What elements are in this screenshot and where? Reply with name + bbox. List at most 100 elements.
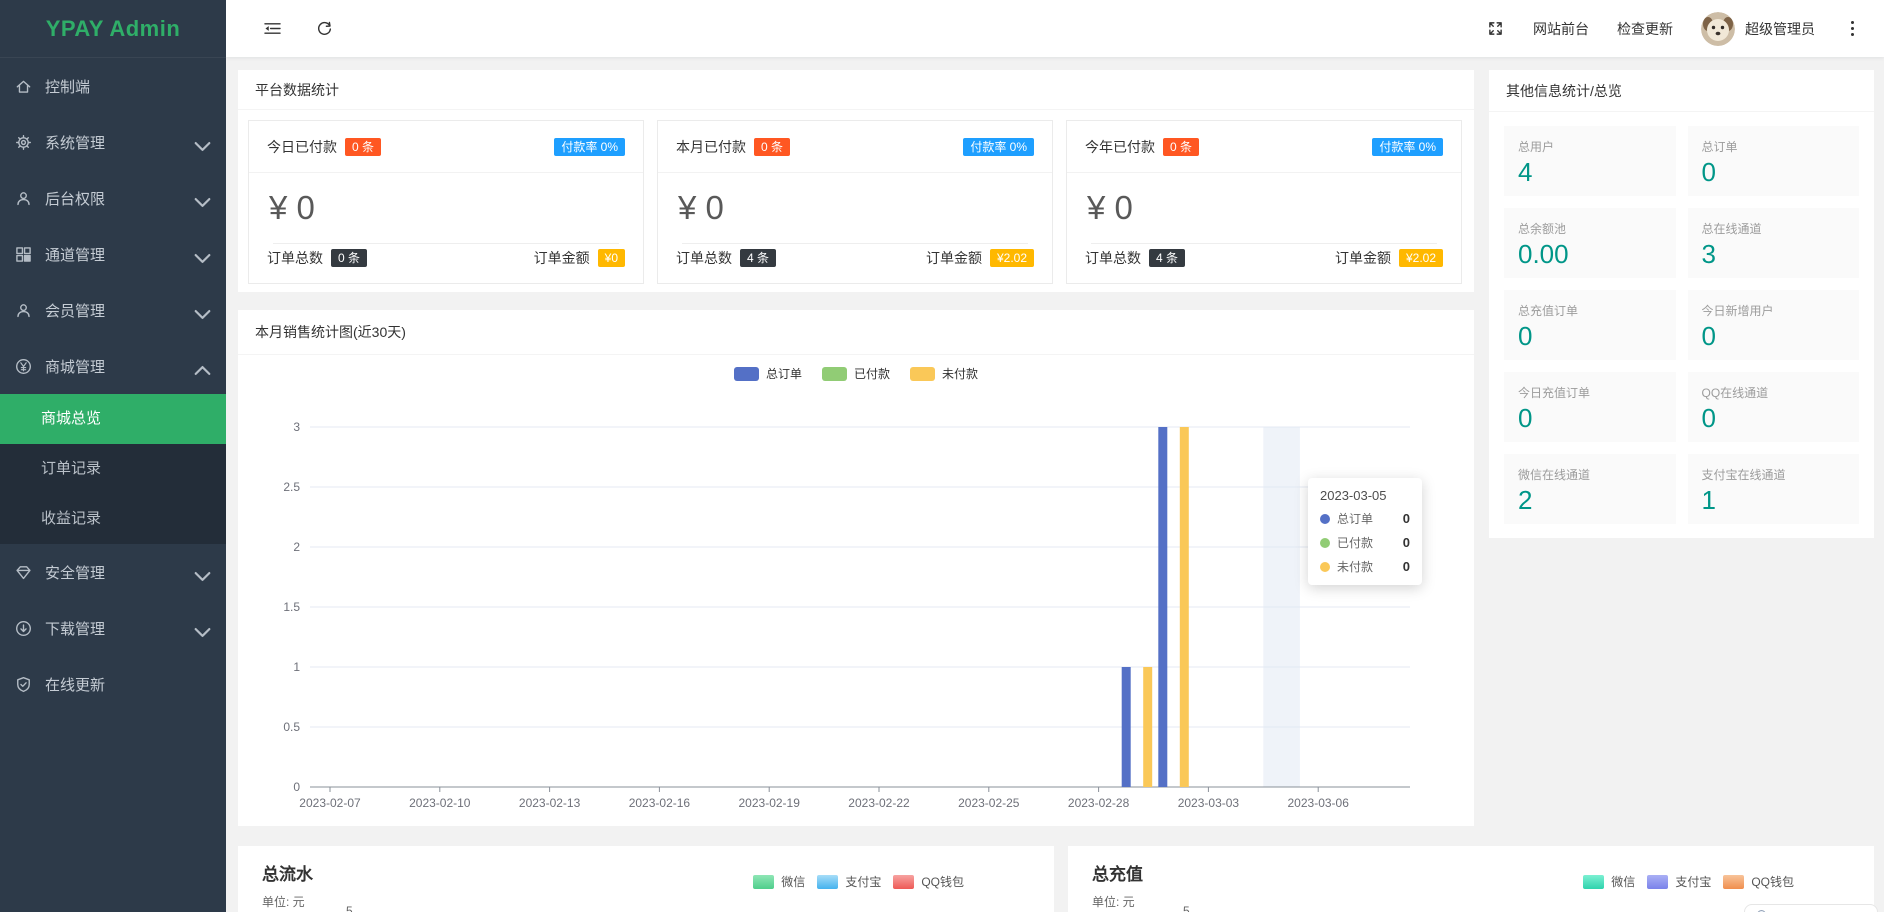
stat-tile-total-users: 总用户4 — [1504, 126, 1676, 196]
svg-text:2.5: 2.5 — [283, 480, 300, 494]
legend-item[interactable]: 未付款 — [910, 365, 978, 382]
more-menu-icon[interactable] — [1843, 17, 1862, 40]
tile-value: 3 — [1702, 239, 1860, 270]
tile-label: 支付宝在线通道 — [1702, 466, 1860, 483]
tile-value: 4 — [1518, 157, 1676, 188]
sidebar-item-label: 下载管理 — [45, 618, 105, 639]
sidebar-item-members[interactable]: 会员管理 — [0, 282, 226, 338]
tile-value: 0 — [1518, 403, 1676, 434]
total-flow-card: 总流水 单位: 元 微信 支付宝 QQ钱包 5 — [238, 846, 1054, 912]
platform-stats-panel: 平台数据统计 今日已付款 0 条 付款率 0% ¥ 0 订单总数 0 条 订单金… — [238, 70, 1474, 292]
shield-check-icon — [15, 676, 32, 693]
sidebar-subitem-shop-overview[interactable]: 商城总览 — [0, 394, 226, 444]
yuan-icon — [15, 358, 32, 375]
legend-swatch — [893, 875, 914, 889]
amount-badge: ¥2.02 — [1399, 249, 1443, 267]
tooltip-series-name: 未付款 — [1337, 558, 1373, 575]
svg-text:2023-02-22: 2023-02-22 — [848, 796, 910, 810]
legend-item-alipay[interactable]: 支付宝 — [1647, 873, 1711, 890]
stat-card-month: 本月已付款 0 条 付款率 0% ¥ 0 订单总数 4 条 订单金额 ¥2.02 — [657, 120, 1053, 284]
refresh-icon[interactable] — [314, 19, 334, 39]
legend-label: 总订单 — [766, 365, 802, 382]
frontend-link[interactable]: 网站前台 — [1533, 19, 1589, 39]
amount-badge: ¥2.02 — [990, 249, 1034, 267]
tile-label: 今日新增用户 — [1702, 302, 1860, 319]
sidebar-subitem-income-records[interactable]: 收益记录 — [0, 494, 226, 544]
chevron-down-icon — [194, 138, 204, 145]
legend-item-qq-wallet[interactable]: QQ钱包 — [893, 873, 964, 890]
legend-item-qq-wallet[interactable]: QQ钱包 — [1723, 873, 1794, 890]
home-icon — [15, 78, 32, 95]
orders-badge: 4 条 — [740, 249, 776, 267]
sales-chart-svg[interactable]: 00.511.522.532023-02-072023-02-102023-02… — [238, 310, 1474, 826]
sidebar-item-admin-auth[interactable]: 后台权限 — [0, 170, 226, 226]
card-title: 今日已付款 — [267, 137, 337, 157]
user-menu[interactable]: 超级管理员 — [1701, 12, 1815, 46]
collapse-menu-icon[interactable] — [262, 19, 282, 39]
tooltip-row: 总订单0 — [1320, 510, 1410, 527]
sidebar-item-label: 会员管理 — [45, 300, 105, 321]
sidebar-item-label: 安全管理 — [45, 562, 105, 583]
avatar — [1701, 12, 1735, 46]
rate-badge: 付款率 0% — [1372, 138, 1443, 156]
svg-text:0.5: 0.5 — [283, 720, 300, 734]
svg-text:2023-02-07: 2023-02-07 — [299, 796, 361, 810]
chevron-down-icon — [194, 194, 204, 201]
amount-badge: ¥0 — [598, 249, 625, 267]
tile-value: 0 — [1702, 157, 1860, 188]
check-update-link[interactable]: 检查更新 — [1617, 19, 1673, 39]
svg-text:2023-02-13: 2023-02-13 — [519, 796, 581, 810]
svg-text:1.5: 1.5 — [283, 600, 300, 614]
legend-item[interactable]: 总订单 — [734, 365, 802, 382]
sidebar-item-shop[interactable]: 商城管理 — [0, 338, 226, 394]
stat-card-year: 今年已付款 0 条 付款率 0% ¥ 0 订单总数 4 条 订单金额 ¥2.02 — [1066, 120, 1462, 284]
tile-label: 总订单 — [1702, 138, 1860, 155]
tile-label: QQ在线通道 — [1702, 384, 1860, 401]
legend-label: 已付款 — [854, 365, 890, 382]
sidebar-nav: 控制端 系统管理 后台权限 通道管理 会员管理 — [0, 58, 226, 712]
sidebar-item-label: 后台权限 — [45, 188, 105, 209]
divider — [682, 243, 1028, 244]
legend-item-wechat[interactable]: 微信 — [1583, 873, 1635, 890]
series-dot-icon — [1320, 562, 1330, 572]
stat-tile-online-channels: 总在线通道 3 — [1688, 208, 1860, 278]
tooltip-row: 已付款0 — [1320, 534, 1410, 551]
tooltip-series-value: 0 — [1403, 535, 1410, 550]
amount-value: ¥ 0 — [249, 173, 643, 227]
amount-label: 订单金额 — [926, 248, 982, 268]
sidebar-item-channels[interactable]: 通道管理 — [0, 226, 226, 282]
main-content: 平台数据统计 今日已付款 0 条 付款率 0% ¥ 0 订单总数 0 条 订单金… — [226, 57, 1884, 912]
bar-未付款 — [1143, 667, 1152, 787]
other-stats-panel: 其他信息统计/总览 总用户4 总订单0 总余额池0.00 总在线通道3 总充值订… — [1489, 70, 1874, 538]
legend-item-wechat[interactable]: 微信 — [753, 873, 805, 890]
svg-text:2023-02-19: 2023-02-19 — [739, 796, 801, 810]
sidebar-item-security[interactable]: 安全管理 — [0, 544, 226, 600]
sidebar-item-system[interactable]: 系统管理 — [0, 114, 226, 170]
legend-swatch — [822, 367, 847, 381]
tile-label: 总在线通道 — [1702, 220, 1860, 237]
user-icon — [15, 190, 32, 207]
chart-legend: 微信 支付宝 QQ钱包 — [753, 873, 964, 890]
svg-text:0: 0 — [293, 780, 300, 794]
topbar: 网站前台 检查更新 超级管理员 — [226, 0, 1884, 57]
sidebar-item-online-update[interactable]: 在线更新 — [0, 656, 226, 712]
legend-swatch — [753, 875, 774, 889]
svg-text:2023-02-16: 2023-02-16 — [629, 796, 691, 810]
sidebar-subitem-order-records[interactable]: 订单记录 — [0, 444, 226, 494]
card-title: 今年已付款 — [1085, 137, 1155, 157]
rate-badge: 付款率 0% — [963, 138, 1034, 156]
user-icon — [15, 302, 32, 319]
orders-badge: 0 条 — [331, 249, 367, 267]
legend-item[interactable]: 已付款 — [822, 365, 890, 382]
app-logo: YPAY Admin — [0, 0, 226, 58]
amount-label: 订单金额 — [534, 248, 590, 268]
sidebar-item-downloads[interactable]: 下载管理 — [0, 600, 226, 656]
legend-swatch — [1583, 875, 1604, 889]
fullscreen-icon[interactable] — [1485, 19, 1505, 39]
legend-item-alipay[interactable]: 支付宝 — [817, 873, 881, 890]
chevron-down-icon — [194, 624, 204, 631]
sidebar-item-console[interactable]: 控制端 — [0, 58, 226, 114]
count-badge: 0 条 — [345, 138, 381, 156]
amount-value: ¥ 0 — [1067, 173, 1461, 227]
total-recharge-card: 总充值 单位: 元 微信 支付宝 QQ钱包 5 — [1068, 846, 1874, 912]
